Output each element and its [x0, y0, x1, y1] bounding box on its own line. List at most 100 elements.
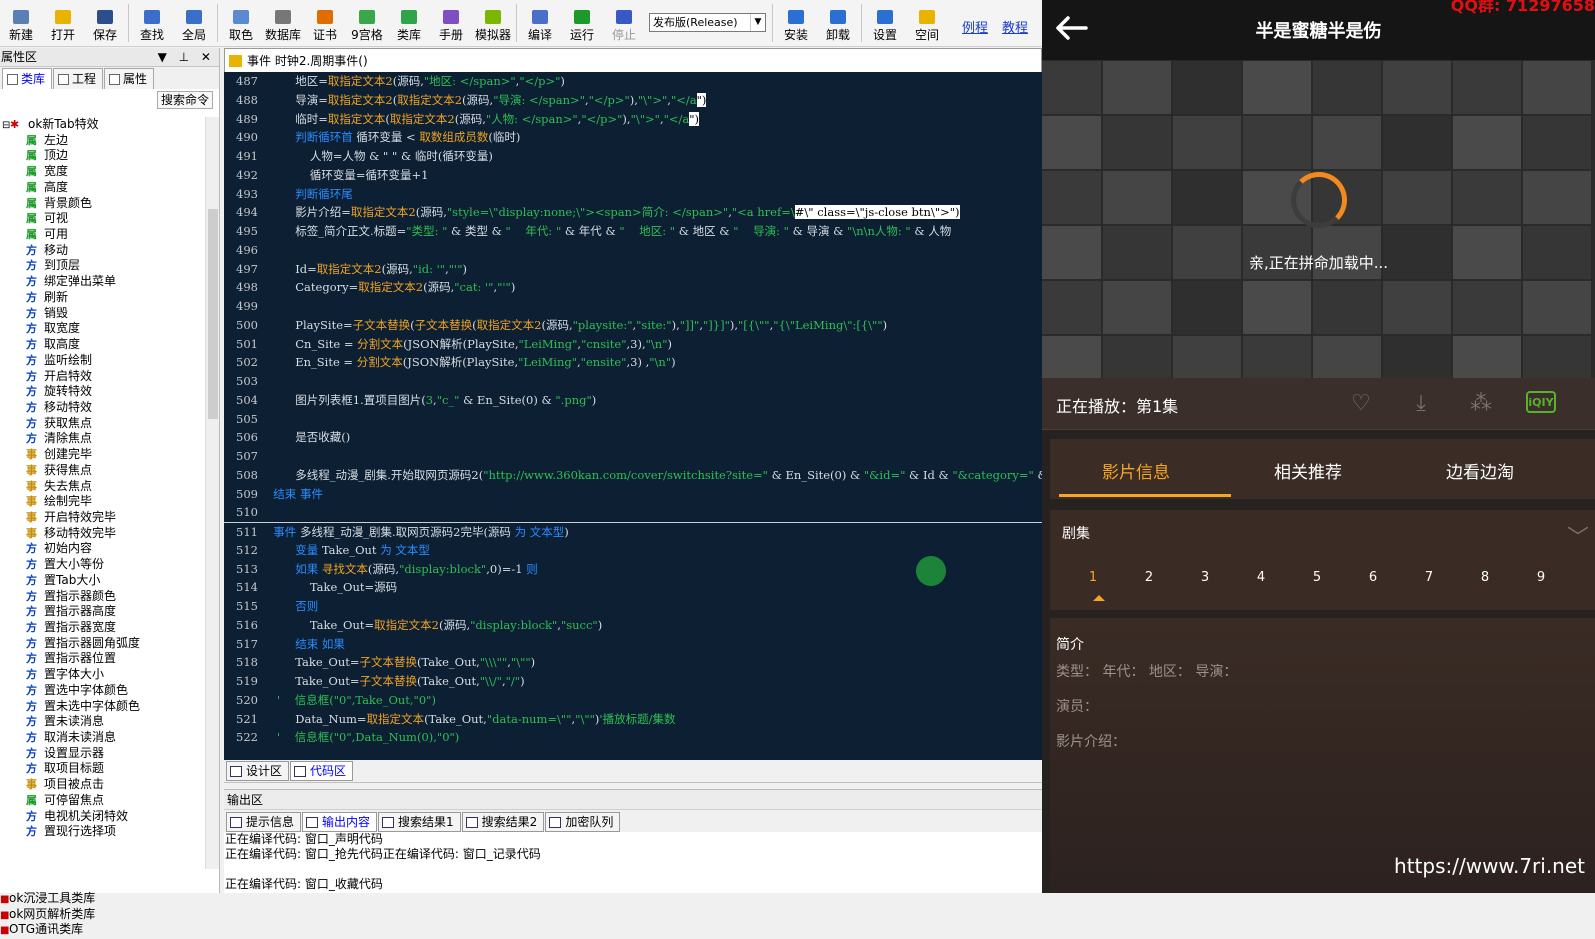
- output-tab[interactable]: 提示信息: [226, 812, 302, 832]
- space-folder-button[interactable]: 空间: [906, 0, 948, 46]
- code-line[interactable]: 522 ' 信息框("0",Data_Num(0),"0"): [224, 728, 1042, 747]
- tree-item[interactable]: 属左边: [0, 133, 206, 149]
- code-line[interactable]: 512 变量 Take_Out 为 文本型: [224, 541, 1042, 560]
- tree-item[interactable]: 方刷新: [0, 290, 206, 306]
- code-line[interactable]: 489 临时=取指定文本(取指定文本2(源码,"人物: </span>","</…: [224, 110, 1042, 129]
- output-tab[interactable]: 加密队列: [545, 812, 621, 832]
- code-line[interactable]: 487 地区=取指定文本2(源码,"地区: </span>","</p>"): [224, 72, 1042, 91]
- code-line[interactable]: 521 Data_Num=取指定文本(Take_Out,"data-num=\"…: [224, 710, 1042, 729]
- episode-button[interactable]: 2: [1139, 570, 1159, 585]
- tree-item[interactable]: 方置指示器圆角弧度: [0, 636, 206, 652]
- tree-item[interactable]: 方置指示器颜色: [0, 589, 206, 605]
- code-line[interactable]: 505: [224, 410, 1042, 429]
- new-file-button[interactable]: 新建: [0, 0, 42, 46]
- tree-item[interactable]: 方置指示器位置: [0, 651, 206, 667]
- save-button[interactable]: 保存: [84, 0, 126, 46]
- tree-scrollbar[interactable]: [205, 117, 219, 869]
- episode-button[interactable]: 8: [1475, 570, 1495, 585]
- code-line[interactable]: 501 Cn_Site = 分割文本(JSON解析(PlaySite,"LeiM…: [224, 335, 1042, 354]
- code-line[interactable]: 508 多线程_动漫_剧集.开始取网页源码2("http://www.360ka…: [224, 466, 1042, 485]
- tree-item[interactable]: 属背景颜色: [0, 196, 206, 212]
- build-config-select[interactable]: 发布版(Release) ▼: [649, 13, 766, 32]
- tree-item[interactable]: 方置指示器宽度: [0, 620, 206, 636]
- code-line[interactable]: 506 是否收藏(): [224, 428, 1042, 447]
- episode-button[interactable]: 6: [1363, 570, 1383, 585]
- code-line[interactable]: 499: [224, 297, 1042, 316]
- tree-item[interactable]: 方置指示器高度: [0, 604, 206, 620]
- panel-controls[interactable]: ▼ ⊥ ✕: [158, 48, 215, 67]
- tree-item[interactable]: 事创建完毕: [0, 447, 206, 463]
- android-button[interactable]: 模拟器: [472, 0, 514, 46]
- database-button[interactable]: 数据库: [262, 0, 304, 46]
- code-line[interactable]: 497 Id=取指定文本2(源码,"id: '","'"): [224, 260, 1042, 279]
- tree-item[interactable]: 属宽度: [0, 164, 206, 180]
- code-line[interactable]: 516 Take_Out=取指定文本2(源码,"display:block","…: [224, 616, 1042, 635]
- code-line[interactable]: 515 否则: [224, 597, 1042, 616]
- library-button[interactable]: 类库: [388, 0, 430, 46]
- code-line[interactable]: 518 Take_Out=子文本替换(Take_Out,"\\\"","\""): [224, 653, 1042, 672]
- tab-movie-info[interactable]: 影片信息: [1050, 458, 1222, 483]
- tree-item[interactable]: 属高度: [0, 180, 206, 196]
- code-line[interactable]: 490 判断循环首 循环变量 < 取数组成员数(临时): [224, 128, 1042, 147]
- tab-library[interactable]: 类库: [2, 68, 53, 89]
- output-tab[interactable]: 搜索结果1: [378, 812, 461, 832]
- library-node[interactable]: ■ok沉浸工具类库: [0, 891, 220, 907]
- library-node[interactable]: ■OTG通讯类库: [0, 922, 220, 938]
- tree-item[interactable]: 方取消未读消息: [0, 730, 206, 746]
- episode-button[interactable]: 3: [1195, 570, 1215, 585]
- chevron-down-icon[interactable]: ﹀: [1567, 520, 1589, 552]
- tree-item[interactable]: 事项目被点击: [0, 777, 206, 793]
- compile-button[interactable]: 编译: [519, 0, 561, 46]
- tree-item[interactable]: 方置Tab大小: [0, 573, 206, 589]
- download-icon[interactable]: ⤓: [1408, 391, 1434, 417]
- code-line[interactable]: 503: [224, 372, 1042, 391]
- video-player[interactable]: 亲,正在拼命加载中...: [1042, 60, 1595, 378]
- tree-root[interactable]: ⊟✱ ok新Tab特效: [0, 117, 206, 133]
- tree-item[interactable]: 方置未选中字体颜色: [0, 699, 206, 715]
- global-search-button[interactable]: 全局: [173, 0, 215, 46]
- tree-item[interactable]: 属顶边: [0, 148, 206, 164]
- dropdown-arrow-icon[interactable]: ▼: [750, 14, 765, 31]
- code-line[interactable]: 494 影片介绍=取指定文本2(源码,"style=\"display:none…: [224, 203, 1042, 222]
- tree-item[interactable]: 方置未读消息: [0, 714, 206, 730]
- tree-item[interactable]: 方到顶层: [0, 258, 206, 274]
- tree-item[interactable]: 方移动特效: [0, 400, 206, 416]
- episode-button[interactable]: 1: [1083, 570, 1103, 585]
- tree-item[interactable]: 方取项目标题: [0, 761, 206, 777]
- code-line[interactable]: 496: [224, 241, 1042, 260]
- tree-item[interactable]: 方置大小等份: [0, 557, 206, 573]
- tree-item[interactable]: 方设置显示器: [0, 746, 206, 762]
- examples-link[interactable]: 例程: [962, 17, 988, 36]
- tree-item[interactable]: 属可用: [0, 227, 206, 243]
- episode-button[interactable]: 4: [1251, 570, 1271, 585]
- tree-item[interactable]: 方销毁: [0, 306, 206, 322]
- tree-item[interactable]: 属可视: [0, 211, 206, 227]
- output-tab[interactable]: 输出内容: [302, 812, 378, 832]
- tree-item[interactable]: 方旋转特效: [0, 384, 206, 400]
- code-line[interactable]: 510: [224, 503, 1042, 522]
- tree-item[interactable]: 方监听绘制: [0, 353, 206, 369]
- code-line[interactable]: 495 标签_简介正文.标题="类型: " & 类型 & " 年代: " & 年…: [224, 222, 1042, 241]
- episode-button[interactable]: 5: [1307, 570, 1327, 585]
- code-line[interactable]: 504 图片列表框1.置项目图片(3,"c_" & En_Site(0) & "…: [224, 391, 1042, 410]
- certificate-button[interactable]: 证书: [304, 0, 346, 46]
- tree-item[interactable]: 方置现行选择项: [0, 824, 206, 840]
- nine-grid-button[interactable]: 9宫格: [346, 0, 388, 46]
- collapse-icon[interactable]: ⊟: [2, 118, 10, 134]
- tab-code[interactable]: 代码区: [290, 761, 354, 781]
- open-folder-button[interactable]: 打开: [42, 0, 84, 46]
- tree-item[interactable]: 方获取焦点: [0, 416, 206, 432]
- tab-properties[interactable]: 属性: [104, 68, 155, 89]
- favorite-heart-icon[interactable]: ♡: [1348, 391, 1374, 417]
- search-button[interactable]: 查找: [131, 0, 173, 46]
- install-button[interactable]: 安装: [775, 0, 817, 46]
- tree-item[interactable]: 方置字体大小: [0, 667, 206, 683]
- settings-button[interactable]: 设置: [864, 0, 906, 46]
- episode-button[interactable]: 7: [1419, 570, 1439, 585]
- tutorial-link[interactable]: 教程: [1002, 17, 1028, 36]
- code-line[interactable]: 491 人物=人物 & " " & 临时(循环变量): [224, 147, 1042, 166]
- tab-related[interactable]: 相关推荐: [1222, 458, 1394, 483]
- tree-item[interactable]: 方初始内容: [0, 541, 206, 557]
- share-icon[interactable]: ⁂: [1468, 391, 1494, 417]
- code-line[interactable]: 493 判断循环尾: [224, 185, 1042, 204]
